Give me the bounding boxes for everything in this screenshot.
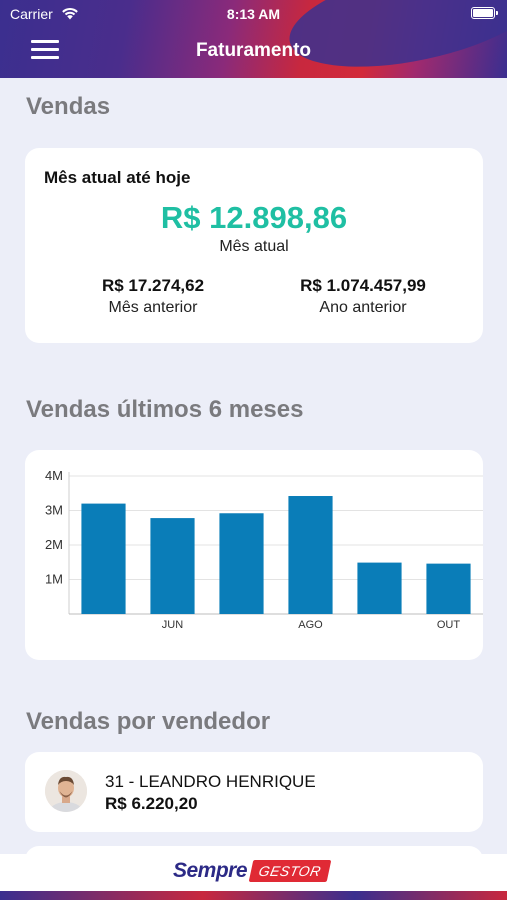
chart-bar — [426, 563, 471, 614]
previous-month-label: Mês anterior — [108, 299, 198, 316]
previous-year-label: Ano anterior — [319, 299, 407, 316]
previous-year-block: R$ 1.074.457,99 Ano anterior — [253, 276, 473, 317]
sales-section-title: Vendas — [26, 93, 111, 120]
person-avatar-icon — [45, 770, 87, 812]
sales-summary-card: Mês atual até hoje R$ 12.898,86 Mês atua… — [25, 148, 483, 343]
x-tick-label: OUT — [437, 619, 461, 631]
seller-sales-value: R$ 6.220,20 — [105, 794, 198, 813]
y-tick-label: 3M — [45, 503, 63, 518]
status-bar: Carrier 8:13 AM — [0, 6, 507, 24]
brand-primary-text: Sempre — [173, 859, 248, 882]
current-month-value: R$ 12.898,86 — [160, 200, 348, 235]
brand-logo: Sempre GESTOR — [173, 858, 332, 884]
footer-stripe — [0, 891, 507, 900]
app-header: Carrier 8:13 AM Faturamento — [0, 0, 507, 78]
current-month-label: Mês atual — [219, 238, 289, 255]
x-tick-label: JUN — [162, 619, 183, 631]
sales-chart-card: 1M 2M 3M 4M JUN AGO OUT — [25, 450, 483, 660]
previous-year-value: R$ 1.074.457,99 — [300, 276, 426, 295]
footer-bar: Sempre GESTOR — [0, 854, 507, 900]
main-scroll-content[interactable]: Vendas Mês atual até hoje R$ 12.898,86 M… — [0, 78, 507, 854]
page-title: Faturamento — [195, 40, 312, 61]
seller-card[interactable]: 31 - LEANDRO HENRIQUE R$ 6.220,20 — [25, 752, 483, 832]
status-time: 8:13 AM — [226, 6, 281, 22]
seller-card-partial[interactable] — [25, 846, 483, 854]
sales-bar-chart: 1M 2M 3M 4M JUN AGO OUT — [45, 468, 483, 631]
chart-bar — [357, 562, 402, 614]
chart-bar — [219, 513, 264, 614]
chart-bar — [288, 496, 333, 614]
x-tick-label: AGO — [298, 619, 323, 631]
y-tick-label: 2M — [45, 537, 63, 552]
chart-section-title: Vendas últimos 6 meses — [26, 396, 304, 423]
sellers-section-title: Vendas por vendedor — [26, 708, 271, 735]
previous-month-block: R$ 17.274,62 Mês anterior — [43, 276, 263, 317]
chart-bar — [150, 518, 195, 614]
sales-period-heading: Mês atual até hoje — [44, 168, 191, 187]
battery-icon — [471, 7, 498, 19]
brand-secondary-text: GESTOR — [248, 860, 332, 882]
avatar — [45, 770, 87, 812]
previous-month-value: R$ 17.274,62 — [101, 276, 205, 295]
y-tick-label: 4M — [45, 468, 63, 483]
seller-name: 31 - LEANDRO HENRIQUE — [105, 772, 316, 791]
y-tick-label: 1M — [45, 572, 63, 587]
chart-bar — [81, 503, 126, 614]
